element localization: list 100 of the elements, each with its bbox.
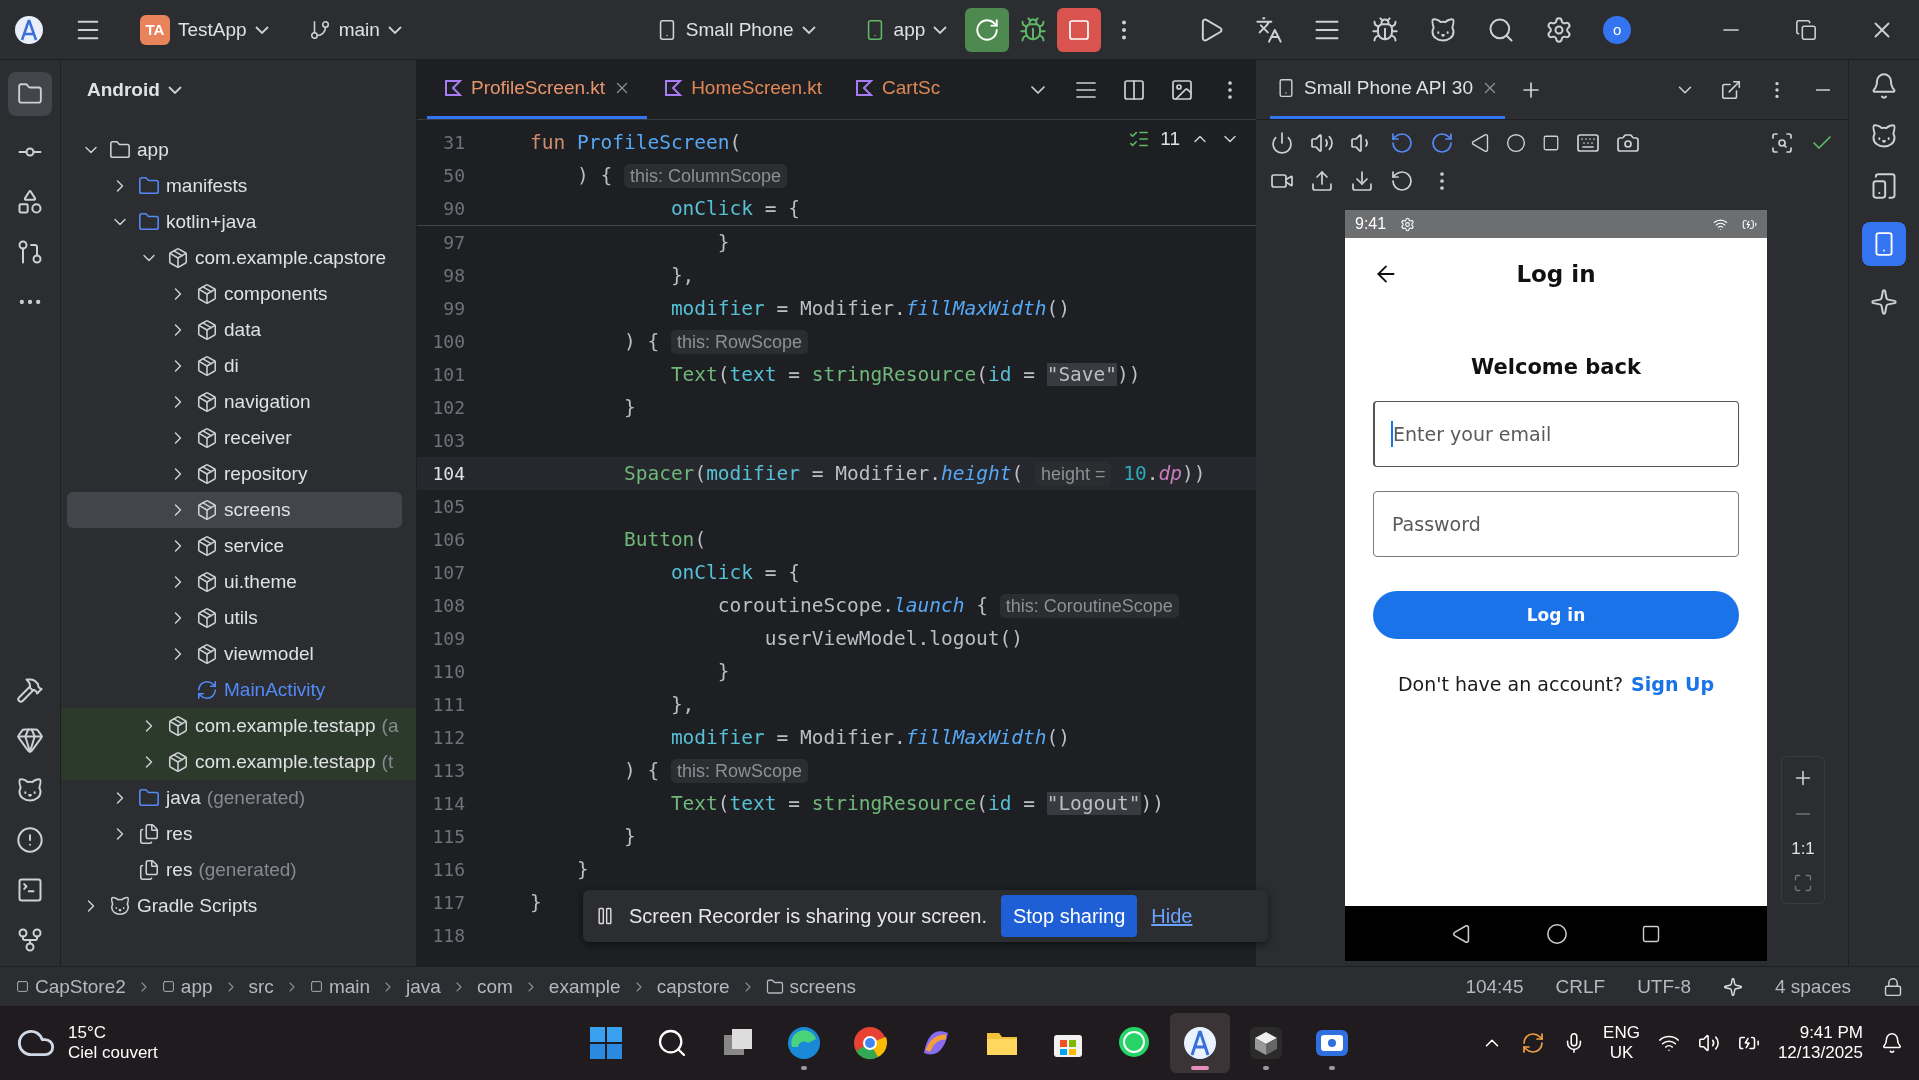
sparkle-icon[interactable] <box>1870 288 1898 316</box>
breadcrumb[interactable]: screens <box>765 975 857 998</box>
tree-item[interactable]: ui.theme <box>61 564 416 600</box>
home-icon[interactable] <box>1506 133 1526 153</box>
indent-setting[interactable]: 4 spaces <box>1774 975 1851 998</box>
sync-icon[interactable] <box>1521 1031 1546 1055</box>
editor-tab[interactable]: ProfileScreen.kt <box>427 60 648 119</box>
language-indicator[interactable]: ENG UK <box>1603 1023 1640 1063</box>
rerun-button[interactable] <box>965 7 1010 52</box>
actual-size-button[interactable]: 1:1 <box>1791 839 1815 859</box>
breadcrumb[interactable]: CapStore2 <box>16 975 126 998</box>
device-manager-icon[interactable] <box>1870 172 1898 200</box>
running-devices-button[interactable] <box>1862 222 1906 266</box>
pull-request-icon[interactable] <box>16 238 44 266</box>
shapes-icon[interactable] <box>16 188 44 216</box>
gem-icon[interactable] <box>16 726 44 754</box>
hammer-icon[interactable] <box>16 676 44 704</box>
tree-item[interactable]: viewmodel <box>61 636 416 672</box>
translate-icon[interactable] <box>1255 15 1284 44</box>
download-icon[interactable] <box>1350 169 1374 193</box>
alert-icon[interactable] <box>16 826 44 854</box>
rotate-left-icon[interactable] <box>1390 131 1414 155</box>
hide-link[interactable]: Hide <box>1151 904 1193 928</box>
breadcrumb[interactable]: com <box>476 975 513 998</box>
tree-item[interactable]: di <box>61 348 416 384</box>
tree-item[interactable]: utils <box>61 600 416 636</box>
breadcrumb[interactable]: main <box>309 975 371 998</box>
package-folder-icon <box>196 355 218 377</box>
stop-sharing-button[interactable]: Stop sharing <box>1000 895 1138 937</box>
bug-icon[interactable] <box>1371 15 1400 44</box>
file-encoding[interactable]: UTF-8 <box>1637 975 1691 998</box>
tree-item[interactable]: navigation <box>61 384 416 420</box>
bug-icon[interactable] <box>1019 15 1048 44</box>
heading: Welcome back <box>1471 355 1641 379</box>
stop-button[interactable] <box>1057 7 1102 52</box>
overview-icon[interactable] <box>1542 134 1560 152</box>
volume-up-icon[interactable] <box>1310 131 1334 155</box>
login-button[interactable]: Log in <box>1373 591 1739 639</box>
camera-icon[interactable] <box>1616 131 1640 155</box>
tree-item[interactable]: java (generated) <box>61 780 416 816</box>
back-icon[interactable] <box>1470 133 1490 153</box>
avatar[interactable]: o <box>1603 15 1632 44</box>
lock-icon[interactable] <box>1883 976 1903 997</box>
tree-item[interactable]: components <box>61 276 416 312</box>
settings-icon[interactable] <box>1545 15 1574 44</box>
device-tab[interactable]: Small Phone API 30 <box>1270 60 1505 119</box>
editor-tab[interactable]: CartSc <box>838 60 957 119</box>
branch-icon[interactable] <box>16 926 44 954</box>
tree-item[interactable]: res <box>61 816 416 852</box>
line-separator[interactable]: CRLF <box>1555 975 1606 998</box>
text-field[interactable]: Password <box>1373 491 1739 557</box>
rotate-right-icon[interactable] <box>1430 131 1454 155</box>
project-dropdown[interactable]: TA TestApp <box>132 8 277 51</box>
run-config-dropdown[interactable]: app <box>855 12 956 47</box>
code-line: fun ProfileScreen( <box>530 131 742 154</box>
terminal-icon[interactable] <box>16 876 44 904</box>
text-field[interactable]: Enter your email <box>1373 401 1739 467</box>
tree-item[interactable]: com.example.capstore <box>61 240 416 276</box>
inspect-icon[interactable] <box>1770 131 1794 155</box>
tree-item[interactable]: repository <box>61 456 416 492</box>
breadcrumb[interactable]: app <box>161 975 213 998</box>
breadcrumb[interactable]: src <box>248 975 274 998</box>
tree-item[interactable]: service <box>61 528 416 564</box>
tree-item[interactable]: manifests <box>61 168 416 204</box>
tree-item[interactable]: receiver <box>61 420 416 456</box>
breadcrumb[interactable]: capstore <box>656 975 730 998</box>
keyboard-icon[interactable] <box>1576 131 1600 155</box>
branch-dropdown[interactable]: main <box>300 12 410 47</box>
notification-bell-icon[interactable] <box>1881 1032 1903 1054</box>
tree-item[interactable]: MainActivity <box>61 672 416 708</box>
device-dropdown[interactable]: Small Phone <box>647 12 824 47</box>
notification-bell-icon[interactable] <box>1870 72 1898 100</box>
external-link-icon[interactable] <box>1720 78 1742 101</box>
taskbar-app[interactable] <box>1170 1013 1230 1073</box>
home-circle-icon[interactable] <box>1546 922 1568 945</box>
split-view-icon[interactable] <box>1122 77 1146 102</box>
tree-item[interactable]: kotlin+java <box>61 204 416 240</box>
caret-position[interactable]: 104:45 <box>1465 975 1524 998</box>
clock[interactable]: 9:41 PM 12/13/2025 <box>1777 1023 1863 1063</box>
breadcrumb[interactable]: java <box>406 975 441 998</box>
upload-icon[interactable] <box>1310 169 1334 193</box>
view-dropdown[interactable]: Android <box>79 73 190 107</box>
tree-item[interactable]: Gradle Scripts <box>61 888 416 924</box>
tree-item[interactable]: com.example.testapp (a <box>61 708 416 744</box>
overview-square-icon[interactable] <box>1640 923 1661 944</box>
project-tool-button[interactable] <box>8 72 52 116</box>
rerun-icon <box>974 16 1001 43</box>
cat-icon[interactable] <box>16 776 44 804</box>
fit-screen-icon[interactable] <box>1793 873 1813 893</box>
tree-item[interactable]: res (generated) <box>61 852 416 888</box>
design-view-icon[interactable] <box>1170 77 1194 102</box>
tree-item[interactable]: app <box>61 132 416 168</box>
editor-tab[interactable]: HomeScreen.kt <box>647 60 839 119</box>
tree-item[interactable]: screens <box>67 492 402 528</box>
undo-icon[interactable] <box>1390 169 1414 193</box>
breadcrumb[interactable]: example <box>548 975 621 998</box>
power-icon[interactable] <box>1270 131 1294 155</box>
tree-item[interactable]: com.example.testapp (t <box>61 744 416 780</box>
tree-item[interactable]: data <box>61 312 416 348</box>
signup-link[interactable]: Sign Up <box>1631 673 1715 695</box>
